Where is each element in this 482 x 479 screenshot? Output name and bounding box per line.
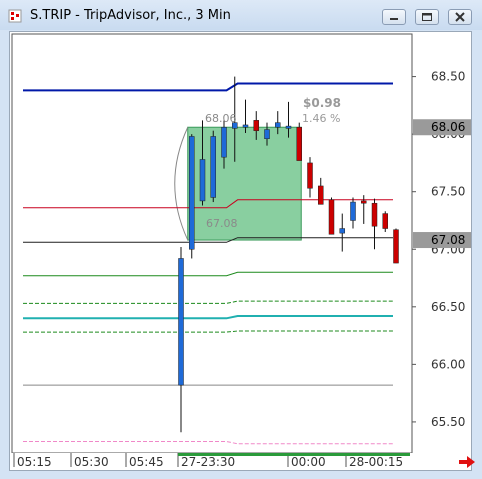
chart-frame: $0.98 1.46 % 68.06 67.08 68.5068.0067.50… <box>9 31 472 471</box>
window-title: S.TRIP - TripAdvisor, Inc., 3 Min <box>30 8 231 23</box>
x-tick-label: 05:45 <box>129 455 164 469</box>
candle-body-3 <box>210 136 216 198</box>
close-icon <box>455 12 465 22</box>
price-label: 68.06 <box>431 120 465 134</box>
candle-body-10 <box>285 125 292 129</box>
candle-body-9 <box>275 122 281 128</box>
candle-body-8 <box>264 129 270 139</box>
candlestick-chart-icon <box>8 9 22 23</box>
change-percent: 1.46 % <box>302 112 340 125</box>
candle-body-15 <box>339 228 345 234</box>
window-titlebar: S.TRIP - TripAdvisor, Inc., 3 Min <box>0 0 482 30</box>
scroll-right-arrow-icon[interactable] <box>458 455 476 469</box>
price-label: 67.08 <box>431 233 465 247</box>
candle-body-2 <box>199 159 206 202</box>
time-axis: 05:15 05:30 05:45 27-23:30 00:00 28-00:15 <box>13 453 410 469</box>
restore-button[interactable] <box>415 9 439 25</box>
x-tick-label: 00:00 <box>291 455 326 469</box>
session-bar <box>178 453 410 456</box>
candle-body-14 <box>328 199 335 235</box>
y-tick-label: 66.50 <box>431 300 465 314</box>
x-tick-label: 28-00:15 <box>349 455 403 469</box>
candle-body-6 <box>242 124 249 128</box>
box-low-label: 67.08 <box>206 217 238 230</box>
price-axis: 68.5068.0067.5067.0066.5066.0065.5068.06… <box>412 70 471 429</box>
candle-body-0 <box>178 258 184 386</box>
candle-body-16 <box>350 201 356 221</box>
y-tick-label: 65.50 <box>431 415 465 429</box>
candle-body-7 <box>253 120 259 131</box>
candle-body-13 <box>318 185 324 205</box>
candle-body-18 <box>371 202 378 227</box>
candle-body-19 <box>382 213 388 229</box>
grid <box>10 33 471 470</box>
change-value: $0.98 <box>303 96 341 110</box>
candle-body-1 <box>189 136 195 250</box>
restore-icon <box>422 13 432 21</box>
price-chart[interactable]: $0.98 1.46 % 68.06 67.08 68.5068.0067.50… <box>10 32 471 470</box>
y-tick-label: 68.50 <box>431 70 465 84</box>
minimize-button[interactable] <box>382 9 406 25</box>
plot-area <box>11 33 413 454</box>
candle-body-20 <box>393 229 399 264</box>
y-tick-label: 66.00 <box>431 357 465 371</box>
candle-body-17 <box>361 200 367 204</box>
minimize-icon <box>390 18 398 20</box>
x-tick-label: 27-23:30 <box>181 455 235 469</box>
close-button[interactable] <box>448 9 472 25</box>
candle-body-4 <box>221 126 227 158</box>
candle-body-12 <box>307 162 313 189</box>
candle-body-11 <box>296 126 302 161</box>
y-tick-label: 67.50 <box>431 185 465 199</box>
x-tick-label: 05:30 <box>74 455 109 469</box>
box-high-label: 68.06 <box>205 112 237 125</box>
x-tick-label: 05:15 <box>17 455 52 469</box>
